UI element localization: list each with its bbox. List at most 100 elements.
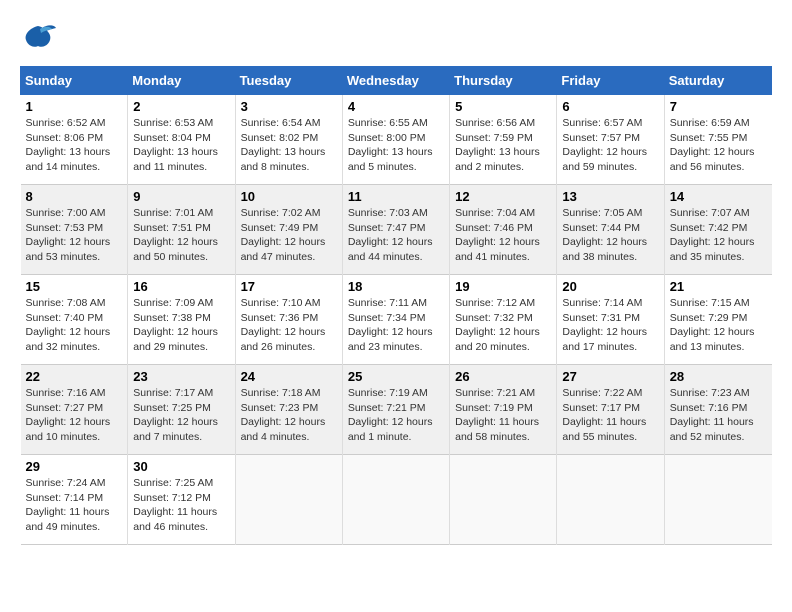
day-cell: 24 Sunrise: 7:18 AM Sunset: 7:23 PM Dayli… [235,365,342,455]
day-cell: 23 Sunrise: 7:17 AM Sunset: 7:25 PM Dayli… [128,365,235,455]
day-number: 6 [562,99,658,114]
day-number: 17 [241,279,337,294]
day-cell: 19 Sunrise: 7:12 AM Sunset: 7:32 PM Dayli… [450,275,557,365]
day-cell: 16 Sunrise: 7:09 AM Sunset: 7:38 PM Dayli… [128,275,235,365]
day-number: 4 [348,99,444,114]
day-cell: 14 Sunrise: 7:07 AM Sunset: 7:42 PM Dayli… [664,185,771,275]
day-detail: Sunrise: 6:53 AM Sunset: 8:04 PM Dayligh… [133,116,229,175]
day-detail: Sunrise: 7:09 AM Sunset: 7:38 PM Dayligh… [133,296,229,355]
day-number: 20 [562,279,658,294]
day-detail: Sunrise: 7:15 AM Sunset: 7:29 PM Dayligh… [670,296,767,355]
col-header-monday: Monday [128,67,235,95]
calendar-header-row: SundayMondayTuesdayWednesdayThursdayFrid… [21,67,772,95]
day-detail: Sunrise: 7:16 AM Sunset: 7:27 PM Dayligh… [26,386,123,445]
day-detail: Sunrise: 7:05 AM Sunset: 7:44 PM Dayligh… [562,206,658,265]
day-cell: 2 Sunrise: 6:53 AM Sunset: 8:04 PM Daylig… [128,95,235,185]
day-cell: 18 Sunrise: 7:11 AM Sunset: 7:34 PM Dayli… [342,275,449,365]
day-detail: Sunrise: 6:55 AM Sunset: 8:00 PM Dayligh… [348,116,444,175]
day-cell: 20 Sunrise: 7:14 AM Sunset: 7:31 PM Dayli… [557,275,664,365]
day-number: 12 [455,189,551,204]
day-cell: 4 Sunrise: 6:55 AM Sunset: 8:00 PM Daylig… [342,95,449,185]
day-detail: Sunrise: 7:14 AM Sunset: 7:31 PM Dayligh… [562,296,658,355]
day-detail: Sunrise: 7:00 AM Sunset: 7:53 PM Dayligh… [26,206,123,265]
day-cell: 22 Sunrise: 7:16 AM Sunset: 7:27 PM Dayli… [21,365,128,455]
logo-icon [20,20,56,56]
day-detail: Sunrise: 7:04 AM Sunset: 7:46 PM Dayligh… [455,206,551,265]
day-number: 16 [133,279,229,294]
day-detail: Sunrise: 7:18 AM Sunset: 7:23 PM Dayligh… [241,386,337,445]
day-number: 24 [241,369,337,384]
day-detail: Sunrise: 7:08 AM Sunset: 7:40 PM Dayligh… [26,296,123,355]
day-detail: Sunrise: 7:25 AM Sunset: 7:12 PM Dayligh… [133,476,229,535]
day-cell: 5Sunrise: 6:56 AM Sunset: 7:59 PM Daylig… [450,95,557,185]
day-number: 28 [670,369,767,384]
day-detail: Sunrise: 7:22 AM Sunset: 7:17 PM Dayligh… [562,386,658,445]
day-number: 30 [133,459,229,474]
day-cell: 10Sunrise: 7:02 AM Sunset: 7:49 PM Dayli… [235,185,342,275]
day-detail: Sunrise: 7:11 AM Sunset: 7:34 PM Dayligh… [348,296,444,355]
day-number: 26 [455,369,551,384]
day-cell: 12 Sunrise: 7:04 AM Sunset: 7:46 PM Dayli… [450,185,557,275]
day-detail: Sunrise: 6:59 AM Sunset: 7:55 PM Dayligh… [670,116,767,175]
day-detail: Sunrise: 7:03 AM Sunset: 7:47 PM Dayligh… [348,206,444,265]
day-cell: 13 Sunrise: 7:05 AM Sunset: 7:44 PM Dayli… [557,185,664,275]
day-detail: Sunrise: 7:23 AM Sunset: 7:16 PM Dayligh… [670,386,767,445]
day-cell: 27 Sunrise: 7:22 AM Sunset: 7:17 PM Dayli… [557,365,664,455]
day-number: 27 [562,369,658,384]
calendar-table: SundayMondayTuesdayWednesdayThursdayFrid… [20,66,772,545]
day-cell [557,455,664,545]
week-row-1: 1 Sunrise: 6:52 AM Sunset: 8:06 PM Daylig… [21,95,772,185]
col-header-friday: Friday [557,67,664,95]
day-cell: 6Sunrise: 6:57 AM Sunset: 7:57 PM Daylig… [557,95,664,185]
col-header-tuesday: Tuesday [235,67,342,95]
day-detail: Sunrise: 7:19 AM Sunset: 7:21 PM Dayligh… [348,386,444,445]
day-number: 8 [26,189,123,204]
week-row-5: 29 Sunrise: 7:24 AM Sunset: 7:14 PM Dayli… [21,455,772,545]
day-number: 7 [670,99,767,114]
day-detail: Sunrise: 6:54 AM Sunset: 8:02 PM Dayligh… [241,116,337,175]
col-header-thursday: Thursday [450,67,557,95]
day-number: 21 [670,279,767,294]
col-header-saturday: Saturday [664,67,771,95]
day-number: 2 [133,99,229,114]
day-cell: 29 Sunrise: 7:24 AM Sunset: 7:14 PM Dayli… [21,455,128,545]
day-cell: 30 Sunrise: 7:25 AM Sunset: 7:12 PM Dayli… [128,455,235,545]
day-cell: 17Sunrise: 7:10 AM Sunset: 7:36 PM Dayli… [235,275,342,365]
day-number: 5 [455,99,551,114]
day-number: 23 [133,369,229,384]
day-detail: Sunrise: 7:24 AM Sunset: 7:14 PM Dayligh… [26,476,123,535]
day-number: 14 [670,189,767,204]
day-cell: 7 Sunrise: 6:59 AM Sunset: 7:55 PM Daylig… [664,95,771,185]
day-cell [664,455,771,545]
day-detail: Sunrise: 6:52 AM Sunset: 8:06 PM Dayligh… [26,116,123,175]
week-row-3: 15Sunrise: 7:08 AM Sunset: 7:40 PM Dayli… [21,275,772,365]
day-number: 9 [133,189,229,204]
day-number: 1 [26,99,123,114]
day-cell: 11Sunrise: 7:03 AM Sunset: 7:47 PM Dayli… [342,185,449,275]
col-header-wednesday: Wednesday [342,67,449,95]
week-row-4: 22 Sunrise: 7:16 AM Sunset: 7:27 PM Dayli… [21,365,772,455]
page-header [20,20,772,56]
day-cell: 25Sunrise: 7:19 AM Sunset: 7:21 PM Dayli… [342,365,449,455]
day-number: 3 [241,99,337,114]
logo [20,20,62,56]
day-detail: Sunrise: 7:12 AM Sunset: 7:32 PM Dayligh… [455,296,551,355]
day-detail: Sunrise: 7:01 AM Sunset: 7:51 PM Dayligh… [133,206,229,265]
day-number: 19 [455,279,551,294]
col-header-sunday: Sunday [21,67,128,95]
day-detail: Sunrise: 7:07 AM Sunset: 7:42 PM Dayligh… [670,206,767,265]
day-cell: 8 Sunrise: 7:00 AM Sunset: 7:53 PM Daylig… [21,185,128,275]
week-row-2: 8 Sunrise: 7:00 AM Sunset: 7:53 PM Daylig… [21,185,772,275]
day-cell: 28 Sunrise: 7:23 AM Sunset: 7:16 PM Dayli… [664,365,771,455]
day-number: 29 [26,459,123,474]
day-detail: Sunrise: 7:17 AM Sunset: 7:25 PM Dayligh… [133,386,229,445]
day-number: 22 [26,369,123,384]
day-cell [450,455,557,545]
day-cell [342,455,449,545]
day-detail: Sunrise: 7:21 AM Sunset: 7:19 PM Dayligh… [455,386,551,445]
day-cell: 3 Sunrise: 6:54 AM Sunset: 8:02 PM Daylig… [235,95,342,185]
day-number: 13 [562,189,658,204]
day-number: 18 [348,279,444,294]
day-cell [235,455,342,545]
day-cell: 15Sunrise: 7:08 AM Sunset: 7:40 PM Dayli… [21,275,128,365]
